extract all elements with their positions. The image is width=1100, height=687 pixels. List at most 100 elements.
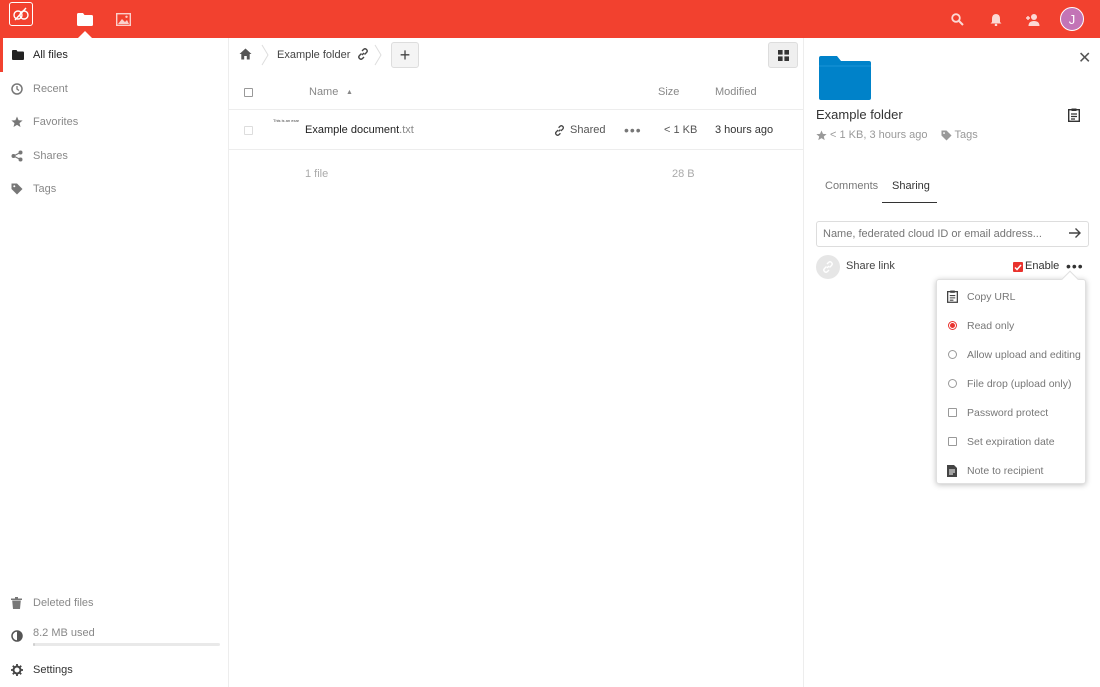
- tags-button[interactable]: Tags: [955, 129, 978, 141]
- file-name[interactable]: Example document.txt: [305, 124, 414, 136]
- user-avatar[interactable]: J: [1060, 7, 1084, 31]
- select-all-checkbox[interactable]: [244, 88, 253, 97]
- enable-link-label[interactable]: Enable: [1025, 260, 1059, 272]
- expiration-checkbox[interactable]: [947, 437, 957, 446]
- sidebar-item-quota[interactable]: 8.2 MB used: [0, 619, 229, 653]
- grid-icon: [777, 49, 789, 61]
- menu-item-read-only[interactable]: Read only: [937, 311, 1087, 340]
- sidebar-item-deleted-files[interactable]: Deleted files: [0, 586, 229, 620]
- allow-upload-radio[interactable]: [947, 350, 957, 359]
- menu-item-label: Set expiration date: [967, 435, 1055, 448]
- contacts-icon[interactable]: [1024, 10, 1042, 28]
- summary-count: 1 file: [305, 168, 329, 180]
- arrow-right-icon[interactable]: [1069, 227, 1082, 242]
- link-icon: [823, 261, 833, 273]
- menu-item-file-drop[interactable]: File drop (upload only): [937, 369, 1087, 398]
- row-checkbox[interactable]: [244, 126, 253, 135]
- note-icon: [937, 464, 967, 477]
- menu-item-copy-url[interactable]: Copy URL: [937, 282, 1087, 311]
- sidebar-item-favorites[interactable]: Favorites: [0, 105, 229, 139]
- file-extension: .txt: [399, 124, 414, 136]
- menu-item-label: Allow upload and editing: [967, 348, 1081, 361]
- tag-icon: [941, 129, 952, 141]
- shared-indicator[interactable]: Shared: [554, 124, 605, 136]
- folder-icon: [3, 50, 33, 60]
- menu-item-expiration[interactable]: Set expiration date: [937, 427, 1087, 456]
- logo-icon: [13, 7, 29, 21]
- tab-sharing[interactable]: Sharing: [892, 180, 930, 192]
- menu-item-label: File drop (upload only): [967, 377, 1072, 390]
- sidebar-item-label: All files: [33, 49, 68, 61]
- sidebar-item-label: Shares: [33, 150, 68, 162]
- sidebar-item-label: Favorites: [33, 116, 79, 128]
- sidebar-item-label: Recent: [33, 83, 68, 95]
- sidebar-item-label: Tags: [33, 183, 57, 195]
- search-icon[interactable]: [948, 10, 966, 28]
- app-navigation: All files Recent Favorites Shares Tags D…: [0, 38, 229, 687]
- clipboard-icon[interactable]: [1067, 108, 1081, 125]
- gear-icon: [0, 664, 33, 676]
- sidebar-item-label: Settings: [33, 664, 73, 676]
- tag-icon: [0, 183, 33, 195]
- share-link-label: Share link: [846, 260, 895, 272]
- enable-link-checkbox[interactable]: [1013, 262, 1023, 272]
- favorite-star-icon[interactable]: [816, 129, 827, 141]
- folder-preview-icon: [819, 56, 871, 100]
- column-modified[interactable]: Modified: [715, 86, 757, 98]
- menu-item-label: Read only: [967, 319, 1015, 332]
- details-meta: < 1 KB, 3 hours ago Tags: [816, 129, 978, 141]
- file-drop-radio[interactable]: [947, 379, 957, 388]
- breadcrumb-separator: [374, 44, 382, 66]
- details-title: Example folder: [816, 107, 903, 122]
- share-search-input[interactable]: [816, 221, 1089, 247]
- sidebar-item-recent[interactable]: Recent: [0, 72, 229, 106]
- file-basename: Example document: [305, 124, 400, 136]
- quota-pie-icon: [0, 630, 33, 642]
- file-table-header: Name ▲ Size Modified: [229, 74, 803, 110]
- home-icon[interactable]: [239, 48, 252, 63]
- nextcloud-logo[interactable]: [9, 2, 33, 26]
- file-thumbnail: This is an example: [273, 118, 299, 123]
- table-row[interactable]: This is an example Example document.txt …: [229, 110, 803, 150]
- more-actions-icon[interactable]: •••: [624, 122, 642, 138]
- summary-size: 28 B: [672, 168, 695, 180]
- sidebar-item-all-files[interactable]: All files: [0, 38, 229, 72]
- clipboard-icon: [937, 290, 967, 303]
- sidebar-item-tags[interactable]: Tags: [0, 172, 229, 206]
- grid-view-toggle[interactable]: [768, 42, 798, 68]
- close-icon[interactable]: ✕: [1078, 48, 1091, 68]
- checkmark-icon: [1014, 264, 1022, 271]
- sidebar-item-shares[interactable]: Shares: [0, 139, 229, 173]
- sidebar-item-settings[interactable]: Settings: [0, 653, 229, 687]
- trash-icon: [0, 597, 33, 609]
- read-only-radio[interactable]: [947, 321, 957, 330]
- menu-item-note[interactable]: Note to recipient: [937, 456, 1087, 485]
- share-link-popover-menu: Copy URL Read only Allow upload and edit…: [936, 270, 1087, 485]
- notifications-bell-icon[interactable]: [987, 10, 1005, 28]
- active-tab-underline: [882, 202, 937, 203]
- new-file-button[interactable]: +: [391, 42, 419, 68]
- details-size-time: < 1 KB, 3 hours ago: [830, 129, 928, 141]
- top-header: J: [0, 0, 1100, 38]
- breadcrumb-folder[interactable]: Example folder: [277, 49, 350, 61]
- password-checkbox[interactable]: [947, 408, 957, 417]
- sidebar-item-label: Deleted files: [33, 597, 94, 609]
- clock-icon: [0, 83, 33, 95]
- quota-progress-bar: [33, 643, 220, 646]
- menu-item-password[interactable]: Password protect: [937, 398, 1087, 427]
- menu-item-label: Password protect: [967, 406, 1049, 419]
- menu-item-label: Note to recipient: [967, 464, 1044, 477]
- files-app-icon[interactable]: [75, 10, 95, 28]
- link-icon[interactable]: [357, 48, 369, 63]
- details-sidebar: ✕ Example folder < 1 KB, 3 hours ago Tag…: [803, 38, 1100, 687]
- file-summary: 1 file 28 B: [229, 160, 803, 190]
- file-size: < 1 KB: [664, 124, 698, 136]
- menu-item-allow-upload[interactable]: Allow upload and editing: [937, 340, 1087, 369]
- tab-comments[interactable]: Comments: [825, 180, 878, 192]
- plus-icon: +: [399, 44, 411, 65]
- column-size[interactable]: Size: [658, 86, 679, 98]
- breadcrumb-separator: [261, 44, 269, 66]
- gallery-app-icon[interactable]: [113, 10, 133, 28]
- file-list-area: Example folder + Name ▲ Size Modified Th…: [229, 38, 803, 687]
- column-name[interactable]: Name: [309, 86, 338, 98]
